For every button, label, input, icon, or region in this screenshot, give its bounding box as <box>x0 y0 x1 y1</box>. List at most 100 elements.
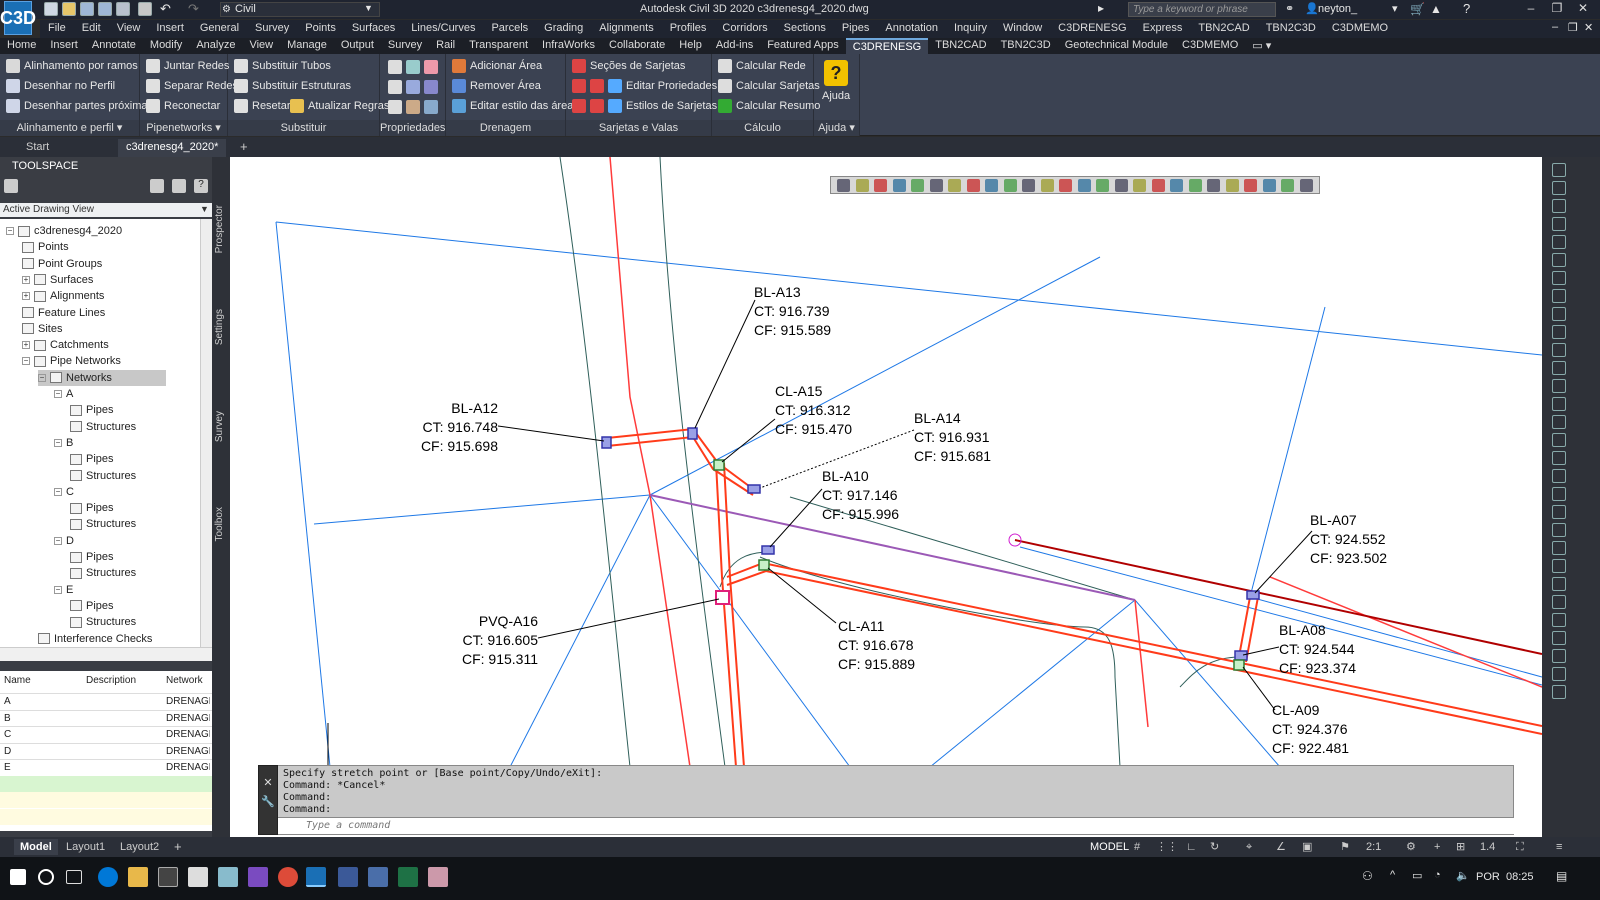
toolbar-tool-icon[interactable] <box>1207 179 1220 192</box>
secoes-sarjetas-button[interactable]: Seções de Sarjetas <box>572 59 685 73</box>
toolbar-tool-icon[interactable] <box>1096 179 1109 192</box>
toolbar-tool-icon[interactable] <box>1114 179 1128 192</box>
ribbon-tab-rail[interactable]: Rail <box>429 38 462 54</box>
label-bl-a07[interactable]: BL-A07 CT: 924.552 CF: 923.502 <box>1310 511 1387 568</box>
expand-icon[interactable]: − <box>6 227 14 235</box>
expand-icon[interactable]: − <box>54 536 62 545</box>
tree-item[interactable]: − C <box>54 484 74 500</box>
annotation-scale[interactable]: 2:1 <box>1360 839 1387 855</box>
open-icon[interactable] <box>62 2 76 16</box>
expand-icon[interactable]: − <box>38 373 46 382</box>
cart-icon[interactable]: 🛒 <box>1410 2 1425 16</box>
ribbon-tab-manage[interactable]: Manage <box>280 38 334 54</box>
menu-corridors[interactable]: Corridors <box>714 20 775 38</box>
property-icon[interactable] <box>424 60 438 74</box>
toolbar-tool-icon[interactable] <box>1262 179 1276 192</box>
user-name[interactable]: neyton_ <box>1318 3 1357 15</box>
toolbar-tool-icon[interactable] <box>929 179 943 192</box>
toolspace-icon[interactable] <box>172 179 186 193</box>
structure-bl-a10[interactable] <box>761 545 775 555</box>
palette-tool-icon[interactable] <box>1552 451 1566 465</box>
tree-item[interactable]: − D <box>54 533 74 549</box>
palette-tool-icon[interactable] <box>1552 487 1566 501</box>
label-bl-a10[interactable]: BL-A10 CT: 917.146 CF: 915.996 <box>822 467 899 524</box>
palette-tool-icon[interactable] <box>1552 667 1566 681</box>
palette-tool-icon[interactable] <box>1552 649 1566 663</box>
ribbon-tab-modify[interactable]: Modify <box>143 38 189 54</box>
toolbar-tool-icon[interactable] <box>1281 179 1294 192</box>
new-tab-button[interactable]: + <box>232 139 248 157</box>
menu-profiles[interactable]: Profiles <box>662 20 715 38</box>
tab-start[interactable]: Start <box>18 139 118 157</box>
toolbar-tool-icon[interactable] <box>966 179 980 192</box>
tab-prospector[interactable]: Prospector <box>214 205 225 253</box>
toolbar-tool-icon[interactable] <box>1170 179 1183 192</box>
property-icon[interactable] <box>388 60 402 74</box>
expand-icon[interactable]: + <box>22 341 30 350</box>
menu-view[interactable]: View <box>109 20 149 38</box>
customization-icon[interactable]: ≡ <box>1550 839 1568 855</box>
property-icon[interactable] <box>424 100 438 114</box>
toolspace-icon[interactable] <box>150 179 164 193</box>
menu-window[interactable]: Window <box>995 20 1050 38</box>
grid-header[interactable]: Network <box>166 675 210 686</box>
structure-cl-a09[interactable] <box>1233 659 1245 671</box>
snap-icon[interactable]: ⋮⋮ <box>1150 839 1184 855</box>
palette-tool-icon[interactable] <box>1552 685 1566 699</box>
ribbon-tab-view[interactable]: View <box>242 38 280 54</box>
tree-item[interactable]: Structures <box>70 565 136 581</box>
tree-item[interactable]: Pipes <box>70 549 114 565</box>
ribbon-tab-survey[interactable]: Survey <box>381 38 429 54</box>
chevron-down-icon[interactable]: ▾ <box>1392 2 1398 15</box>
tab-settings[interactable]: Settings <box>214 309 225 345</box>
tree-item[interactable]: − c3drenesg4_2020 <box>6 223 122 239</box>
ribbon-tab-transparent[interactable]: Transparent <box>462 38 535 54</box>
binoculars-icon[interactable]: ⚭ <box>1285 2 1294 15</box>
a360-icon[interactable]: ▲ <box>1430 2 1442 16</box>
desenhar-no-perfil-button[interactable]: Desenhar no Perfil <box>6 79 115 93</box>
menu-inquiry[interactable]: Inquiry <box>946 20 995 38</box>
palette-tool-icon[interactable] <box>1552 523 1566 537</box>
doc-minimize-button[interactable]: – <box>1552 21 1558 33</box>
help-icon[interactable]: ? <box>194 179 208 193</box>
ann-scale-value[interactable]: 1.4 <box>1474 839 1501 855</box>
chrome-icon[interactable] <box>278 867 298 887</box>
alinhamento-por-ramos-button[interactable]: Alinhamento por ramos <box>6 59 138 73</box>
infraworks-icon[interactable] <box>368 867 388 887</box>
tree-item[interactable]: Structures <box>70 516 136 532</box>
menu-survey[interactable]: Survey <box>247 20 297 38</box>
toolbar-tool-icon[interactable] <box>1003 179 1017 192</box>
menu-c3dmemo[interactable]: C3DMEMO <box>1324 20 1396 38</box>
close-button[interactable]: ✕ <box>1572 1 1594 15</box>
search-input[interactable]: Type a keyword or phrase <box>1128 2 1276 17</box>
toolbar-tool-icon[interactable] <box>1188 179 1202 192</box>
clock[interactable]: 08:25 <box>1506 871 1534 883</box>
toolbar-tool-icon[interactable] <box>1133 179 1146 192</box>
tree-item[interactable]: − Networks <box>38 369 166 386</box>
toolbar-tool-icon[interactable] <box>911 179 924 192</box>
ribbon-tab-home[interactable]: Home <box>0 38 43 54</box>
language-indicator[interactable]: POR <box>1476 871 1500 883</box>
chevron-down-icon[interactable]: ▼ <box>364 3 373 13</box>
menu-general[interactable]: General <box>192 20 247 38</box>
menu-annotation[interactable]: Annotation <box>877 20 946 38</box>
ribbon-tab-c3dmemo[interactable]: C3DMEMO <box>1175 38 1245 54</box>
label-cl-a11[interactable]: CL-A11 CT: 916.678 CF: 915.889 <box>838 617 915 674</box>
menu-file[interactable]: File <box>40 20 74 38</box>
menu-insert[interactable]: Insert <box>148 20 192 38</box>
help-icon[interactable]: ? <box>1463 1 1470 16</box>
menu-pipes[interactable]: Pipes <box>834 20 878 38</box>
calcular-sarjetas-button[interactable]: Calcular Sarjetas <box>718 79 820 93</box>
tree-item[interactable]: Pipes <box>70 500 114 516</box>
undo-icon[interactable]: ↶ <box>160 1 171 17</box>
label-pvq-a16[interactable]: PVQ-A16 CT: 916.605 CF: 915.311 <box>450 612 538 669</box>
tab-survey[interactable]: Survey <box>214 411 225 442</box>
table-row[interactable]: A DRENAGEI <box>0 693 212 709</box>
palette-tool-icon[interactable] <box>1552 559 1566 573</box>
toolbar-tool-icon[interactable] <box>1059 179 1072 192</box>
drawing-canvas[interactable]: BL-A13 CT: 916.739 CF: 915.589 CL-A15 CT: 9… <box>230 157 1542 837</box>
tree-item[interactable]: Pipes <box>70 402 114 418</box>
notifications-icon[interactable]: ▤ <box>1556 869 1567 883</box>
palette-tool-icon[interactable] <box>1552 235 1566 249</box>
ribbon-tab-infraworks[interactable]: InfraWorks <box>535 38 602 54</box>
